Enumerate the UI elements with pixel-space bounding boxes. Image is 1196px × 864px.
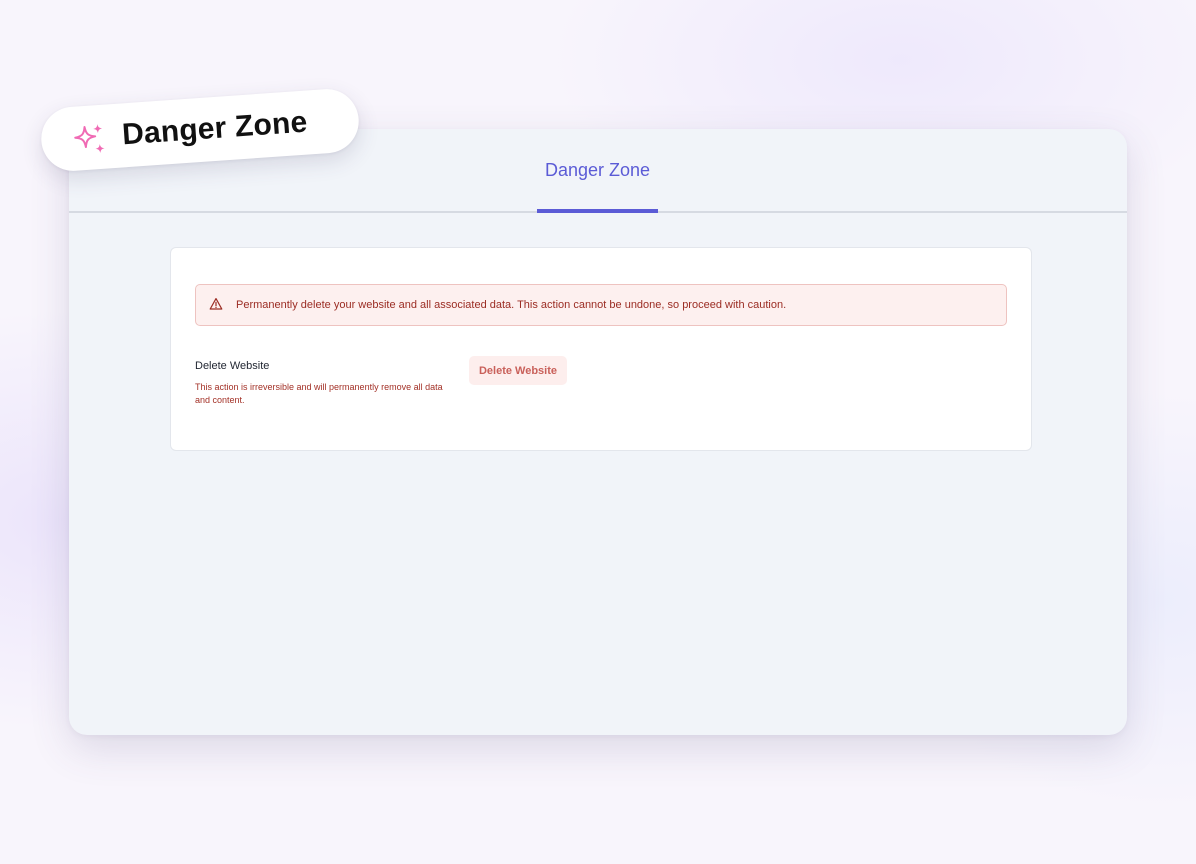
warning-alert: Permanently delete your website and all …: [195, 284, 1007, 326]
app-window: Danger Zone Permanently delete your webs…: [69, 129, 1127, 735]
badge-title: Danger Zone: [121, 105, 309, 152]
danger-zone-card: Permanently delete your website and all …: [170, 247, 1032, 451]
active-tab-indicator: [537, 209, 658, 213]
sparkles-icon: [74, 124, 105, 154]
delete-website-button[interactable]: Delete Website: [469, 356, 567, 385]
tab-danger-zone[interactable]: Danger Zone: [537, 129, 658, 213]
delete-website-title: Delete Website: [195, 360, 270, 372]
tab-label: Danger Zone: [544, 160, 651, 180]
warning-triangle-icon: [209, 298, 223, 310]
warning-alert-text: Permanently delete your website and all …: [236, 299, 787, 311]
delete-website-description: This action is irreversible and will per…: [195, 382, 443, 405]
